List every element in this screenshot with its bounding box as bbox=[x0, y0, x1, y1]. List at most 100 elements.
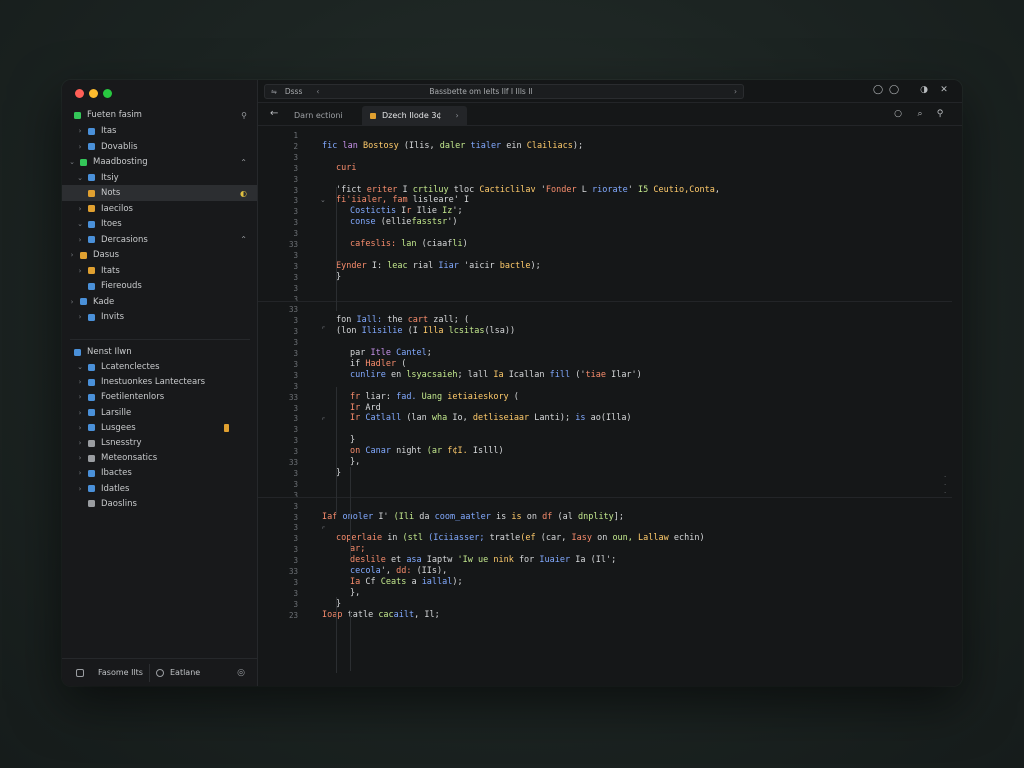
chevron-right-icon[interactable]: › bbox=[76, 393, 84, 401]
sidebar-item-lusgees[interactable]: › Lusgees bbox=[62, 420, 257, 436]
chevron-right-icon[interactable]: › bbox=[76, 127, 84, 135]
code-line[interactable]: par Itle Cantel; bbox=[350, 348, 432, 358]
record-icon[interactable]: ○ bbox=[892, 109, 904, 119]
sidebar-item-ibactes[interactable]: › Ibactes bbox=[62, 465, 257, 481]
collapse-icon[interactable]: ◐ bbox=[240, 189, 247, 198]
back-arrow-icon[interactable]: ← bbox=[270, 108, 278, 119]
chevron-right-icon[interactable]: › bbox=[68, 251, 76, 259]
chevron-right-icon[interactable]: › bbox=[76, 205, 84, 213]
fold-icon[interactable]: ⌜ bbox=[322, 326, 325, 334]
fold-icon[interactable]: ⌜ bbox=[322, 417, 325, 425]
chevron-right-icon[interactable]: › bbox=[76, 378, 84, 386]
chevron-right-icon[interactable]: › bbox=[68, 298, 76, 306]
code-line[interactable]: }, bbox=[350, 457, 360, 467]
sidebar-item-lsnesstry[interactable]: › Lsnesstry bbox=[62, 435, 257, 451]
chevron-down-icon[interactable]: ⌄ bbox=[76, 220, 84, 228]
chevron-down-icon[interactable]: ⌄ bbox=[76, 363, 84, 371]
code-editor[interactable]: 1 2 3 3 3 3 3 3 3 3 33 3 3 3 3 3 33 3 3 3 3 3 3 3 33 3 3 3 3 3 33 3 3 3 3 3… bbox=[258, 127, 962, 686]
sidebar-item-dercasions[interactable]: › Dercasions ⌃ bbox=[62, 232, 257, 248]
collapse-icon[interactable]: ⌃ bbox=[240, 158, 247, 167]
code-line[interactable]: Iaf onoler I' (Ili da coom_aatler is is … bbox=[322, 512, 624, 522]
sidebar-toggle-icon[interactable]: ⇋ bbox=[271, 88, 277, 96]
chevron-right-icon[interactable]: › bbox=[76, 236, 84, 244]
sidebar-item-lcatenclectes[interactable]: ⌄ Lcatenclectes bbox=[62, 359, 257, 375]
tab-close-icon[interactable]: › bbox=[456, 111, 459, 120]
scroll-marker[interactable]: · bbox=[944, 473, 946, 481]
sidebar-item-idatles[interactable]: › Idatles bbox=[62, 481, 257, 497]
code-line[interactable]: Ir Catlall (lan wha Io, detliseiaar Lant… bbox=[350, 413, 632, 423]
fold-icon[interactable]: ⌄ bbox=[320, 196, 326, 204]
chevron-down-icon[interactable]: ⌄ bbox=[76, 174, 84, 182]
code-line[interactable]: 'fict eriter I crtiluy tloc Cacticlilav … bbox=[336, 185, 720, 195]
code-line[interactable]: Ir Ard bbox=[350, 403, 381, 413]
code-line[interactable]: if Hadler ( bbox=[350, 359, 406, 369]
code-line[interactable]: Ioap tatle cacailt, Il; bbox=[322, 610, 440, 620]
code-line[interactable]: deslile et asa Iaptw 'Iw ue nink for Iua… bbox=[350, 555, 616, 565]
zoom-window-button[interactable] bbox=[103, 89, 112, 98]
code-line[interactable]: }, bbox=[350, 588, 360, 598]
chevron-right-icon[interactable]: › bbox=[76, 143, 84, 151]
chevron-right-icon[interactable]: › bbox=[76, 424, 84, 432]
chevron-right-icon[interactable]: › bbox=[76, 267, 84, 275]
sidebar-item-inestuonkes-lantectears[interactable]: › Inestuonkes Lantectears bbox=[62, 374, 257, 390]
fold-icon[interactable]: ⌜ bbox=[322, 526, 325, 534]
theme-icon[interactable]: ◑ bbox=[918, 85, 930, 95]
code-line[interactable]: Eynder I: leac rial Iiar 'aicir bactle); bbox=[336, 261, 541, 271]
chevron-right-icon[interactable]: › bbox=[76, 313, 84, 321]
scroll-marker[interactable]: · bbox=[944, 481, 946, 489]
account-icon[interactable]: ◯ bbox=[888, 85, 900, 95]
code-line[interactable]: fr liar: fad. Uang ietiaieskory ( bbox=[350, 392, 519, 402]
code-line[interactable]: Ia Cf Ceats a iallal); bbox=[350, 577, 463, 587]
close-window-button[interactable] bbox=[75, 89, 84, 98]
sidebar-item-foetilentenlors[interactable]: › Foetilentenlors bbox=[62, 389, 257, 405]
footer-button-2[interactable]: Eatlane bbox=[150, 664, 206, 682]
sidebar-item-kade[interactable]: › Kade bbox=[62, 294, 257, 310]
sidebar-item-nots[interactable]: Nots ◐ bbox=[62, 185, 257, 201]
pin-icon[interactable]: ⚲ bbox=[934, 109, 946, 119]
settings-icon[interactable]: ◎ bbox=[237, 668, 245, 678]
sidebar-item-iaecilos[interactable]: › Iaecilos bbox=[62, 201, 257, 217]
search-icon[interactable]: ⌕ bbox=[914, 109, 926, 119]
sidebar-item-itsiy[interactable]: ⌄ Itsiy bbox=[62, 170, 257, 186]
footer-button-1[interactable]: Fasome Ilts bbox=[70, 663, 150, 682]
chevron-left-icon[interactable]: ‹ bbox=[316, 87, 319, 96]
address-bar[interactable]: ⇋ Dsss ‹ Bassbette om Ielts Ilf I Ills I… bbox=[264, 84, 744, 99]
tab-darn-ectioni[interactable]: Darn ectioni bbox=[286, 106, 351, 125]
pin-icon[interactable]: ⚲ bbox=[241, 111, 247, 120]
sidebar-item-larsille[interactable]: › Larsille bbox=[62, 405, 257, 421]
sidebar-item-itats[interactable]: › Itats bbox=[62, 263, 257, 279]
collapse-icon[interactable]: ⌃ bbox=[240, 235, 247, 244]
code-line[interactable]: fic lan Bostosy (Ilis, daler tialer ein … bbox=[322, 141, 583, 151]
sidebar-item-invits[interactable]: › Invits bbox=[62, 309, 257, 325]
sidebar-item-maadbosting[interactable]: ⌄ Maadbosting ⌃ bbox=[62, 154, 257, 170]
scroll-marker[interactable]: · bbox=[944, 489, 946, 497]
sidebar-item-meteonsatics[interactable]: › Meteonsatics bbox=[62, 450, 257, 466]
search-icon[interactable]: ◯ bbox=[872, 85, 884, 95]
chevron-right-icon[interactable]: › bbox=[76, 485, 84, 493]
minimize-window-button[interactable] bbox=[89, 89, 98, 98]
code-line[interactable]: cafeslis: lan (ciaafli) bbox=[350, 239, 468, 249]
sidebar-item-fiereouds[interactable]: Fiereouds bbox=[62, 278, 257, 294]
code-line[interactable]: fi'iialer, fam lisleare' I bbox=[336, 195, 469, 205]
tab-dzech-ilode[interactable]: Dzech Ilode 3¢ › bbox=[362, 106, 467, 125]
code-line[interactable]: curi bbox=[336, 163, 356, 173]
close-icon[interactable]: ✕ bbox=[938, 85, 950, 95]
sidebar-item-itoes[interactable]: ⌄ Itoes bbox=[62, 216, 257, 232]
chevron-right-icon[interactable]: › bbox=[76, 439, 84, 447]
code-line[interactable]: conse (elliefasstsr') bbox=[350, 217, 458, 227]
sidebar-section2-header[interactable]: Nenst Ilwn bbox=[62, 344, 257, 360]
code-line[interactable]: coperlaie in (stl (Iciiasser; tratle(ef … bbox=[336, 533, 705, 543]
sidebar-item-daoslins[interactable]: Daoslins bbox=[62, 496, 257, 512]
code-line[interactable]: ar; bbox=[350, 544, 365, 554]
code-line[interactable]: cecola', dd: (IIs), bbox=[350, 566, 447, 576]
sidebar-item-dasus[interactable]: › Dasus bbox=[62, 247, 257, 263]
code-line[interactable]: on Canar night (ar f¢I. Islll) bbox=[350, 446, 504, 456]
chevron-right-icon[interactable]: › bbox=[76, 409, 84, 417]
code-line[interactable]: fon Iall: the cart zall; ( bbox=[336, 315, 469, 325]
sidebar-item-itas[interactable]: › Itas bbox=[62, 123, 257, 139]
dropdown-icon[interactable]: › bbox=[734, 87, 737, 96]
sidebar-header[interactable]: Fueten fasim ⚲ bbox=[62, 107, 257, 123]
code-line[interactable]: (lon Ilisilie (I Illa lcsitas(lsa)) bbox=[336, 326, 515, 336]
code-line[interactable]: Costictis Ir Ilie Iz'; bbox=[350, 206, 463, 216]
chevron-down-icon[interactable]: ⌄ bbox=[68, 158, 76, 166]
